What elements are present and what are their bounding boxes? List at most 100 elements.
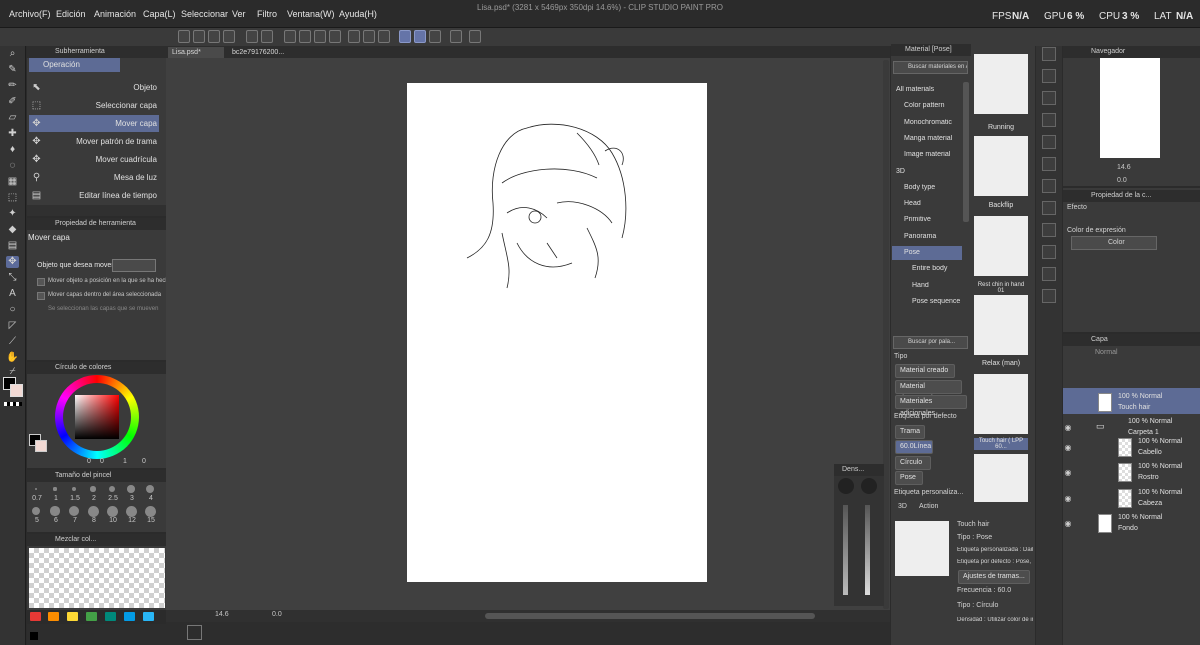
subtool-item-mover-cuadricula[interactable]: ✥ Mover cuadrícula [29,151,159,168]
material-tree-item[interactable]: Monochromatic [892,116,962,130]
zoom-tool-icon[interactable]: ⌕ [6,48,19,60]
visibility-eye-icon[interactable]: ◉ [1063,494,1073,503]
layer-row[interactable]: 100 % Normal Touch hair [1086,390,1192,415]
mix-black-swatch[interactable] [30,632,38,640]
material-tree-item[interactable]: Panorama [892,230,962,244]
visibility-eye-icon[interactable]: ◉ [1063,468,1073,477]
brush-size-dot[interactable] [53,487,57,491]
transform-icon[interactable] [314,30,326,43]
open-icon[interactable] [193,30,205,43]
zoom-value[interactable]: 14.6 [215,611,229,618]
option-checkbox-1[interactable] [37,278,45,286]
density-slider-1[interactable] [843,505,848,595]
material-tree-item[interactable]: Primitive [892,213,962,227]
help-icon[interactable] [469,30,481,43]
frame-tool-icon[interactable]: ◸ [6,320,19,332]
grid-tool-icon[interactable]: ▦ [6,176,19,188]
brush-size-dot[interactable] [106,505,118,517]
close-icon[interactable] [1042,113,1056,127]
brush-size-dot[interactable] [90,486,96,492]
phone-icon[interactable] [450,30,462,43]
density-slider-2[interactable] [865,505,870,595]
angle-value[interactable]: 0.0 [272,611,282,618]
deselect-icon[interactable] [348,30,360,43]
mix-color-canvas[interactable] [29,548,165,608]
material-tree-item[interactable]: Hand [892,279,962,293]
canvas-paper[interactable] [407,83,707,582]
material-thumb-relax[interactable] [974,295,1028,355]
brush-size-dot[interactable] [125,505,137,517]
tipo-material-descargado[interactable]: Material descargado [895,380,962,402]
etiqueta-pose[interactable]: Pose [895,471,923,485]
layer-icon[interactable] [1042,91,1056,105]
invert-selection-icon[interactable] [363,30,375,43]
clear-icon[interactable] [284,30,296,43]
navigator-zoom[interactable]: 14.6 [1117,164,1131,171]
layer-icon[interactable] [1042,289,1056,303]
sub-color-swatch[interactable] [10,384,23,397]
move-tool-icon[interactable]: ✥ [6,256,19,268]
layer-icon[interactable] [1042,201,1056,215]
fill-icon[interactable] [299,30,311,43]
decoration-tool-icon[interactable]: ✚ [6,128,19,140]
brush-size-dot[interactable] [87,505,99,517]
gradient-tool-icon[interactable]: ▤ [6,240,19,252]
save-icon[interactable] [208,30,220,43]
selection-tool-icon[interactable]: ⬚ [6,192,19,204]
brush-size-dot[interactable] [127,485,135,493]
material-tree-item[interactable]: Entire body [892,262,962,276]
text-tool-icon[interactable]: A [6,288,19,300]
subtool-item-editar-linea[interactable]: ▤ Editar línea de tiempo [29,187,159,204]
material-tree-scroll[interactable] [963,82,969,222]
layer-icon[interactable] [1042,69,1056,83]
undo-icon[interactable] [246,30,258,43]
option-checkbox-2[interactable] [37,292,45,300]
eraser-tool-icon[interactable]: ▱ [6,112,19,124]
material-tree-item[interactable]: Body type [892,181,962,195]
move-target-selector[interactable] [112,259,156,272]
visibility-eye-icon[interactable]: ◉ [1063,423,1073,432]
color-swatch-teal[interactable] [105,612,116,621]
doc-tab-lisa[interactable]: Lisa.psd* [168,47,224,58]
new-file-icon[interactable] [178,30,190,43]
material-thumb-touch-hair[interactable] [974,374,1028,434]
material-tree-item[interactable]: Pose [892,246,962,260]
material-thumb-backflip[interactable] [974,136,1028,196]
tipo-materiales-adicionales[interactable]: Materiales adicionales [895,395,967,417]
color-swatch-red[interactable] [30,612,41,621]
timeline-toggle-icon[interactable] [187,625,202,640]
brush-tool-icon[interactable]: ✐ [6,96,19,108]
ajustes-tramas-button[interactable]: Ajustes de tramas... [958,570,1030,584]
material-search-input[interactable]: Buscar materiales en ASS... [893,61,968,74]
layer-row[interactable]: 100 % Normal Cabeza [1106,486,1192,511]
snap-grid-icon[interactable] [414,30,426,43]
hand-tool-icon[interactable]: ✋ [6,352,19,364]
visibility-eye-icon[interactable]: ◉ [1063,443,1073,452]
layer-row[interactable]: 100 % Normal Fondo [1086,511,1192,536]
layer-icon[interactable] [1042,267,1056,281]
material-tree-item[interactable]: All materials [892,83,962,97]
color-swatch-yellow[interactable] [67,612,78,621]
etiqueta-circulo[interactable]: Círculo [895,456,931,470]
material-tree-item[interactable]: Pose sequence [892,295,962,309]
doc-tab-second[interactable]: bc2e79176200... [228,47,286,58]
subtool-group-tab[interactable]: Operación [29,58,120,72]
subtool-item-seleccionar-capa[interactable]: ⬚ Seleccionar capa [29,97,159,114]
show-selection-icon[interactable] [378,30,390,43]
material-tree-item[interactable]: Head [892,197,962,211]
material-search2-input[interactable]: Buscar por pala... [893,336,968,349]
brush-size-dot[interactable] [35,488,37,490]
navigator-preview[interactable] [1100,58,1160,158]
pen-tool-icon[interactable]: ✎ [6,64,19,76]
subtool-item-objeto[interactable]: ⬉ Objeto [29,79,159,96]
snap-special-icon[interactable] [429,30,441,43]
layer-icon[interactable] [1042,179,1056,193]
layer-row[interactable]: 100 % Normal Cabello [1106,435,1192,460]
search-icon[interactable] [1042,47,1056,61]
material-thumb-rest-chin[interactable] [974,216,1028,276]
material-thumb-next[interactable] [974,454,1028,502]
color-swatch-green[interactable] [86,612,97,621]
layer-icon[interactable] [1042,135,1056,149]
saturation-value-square[interactable] [75,395,119,439]
color-swatch-blue[interactable] [124,612,135,621]
